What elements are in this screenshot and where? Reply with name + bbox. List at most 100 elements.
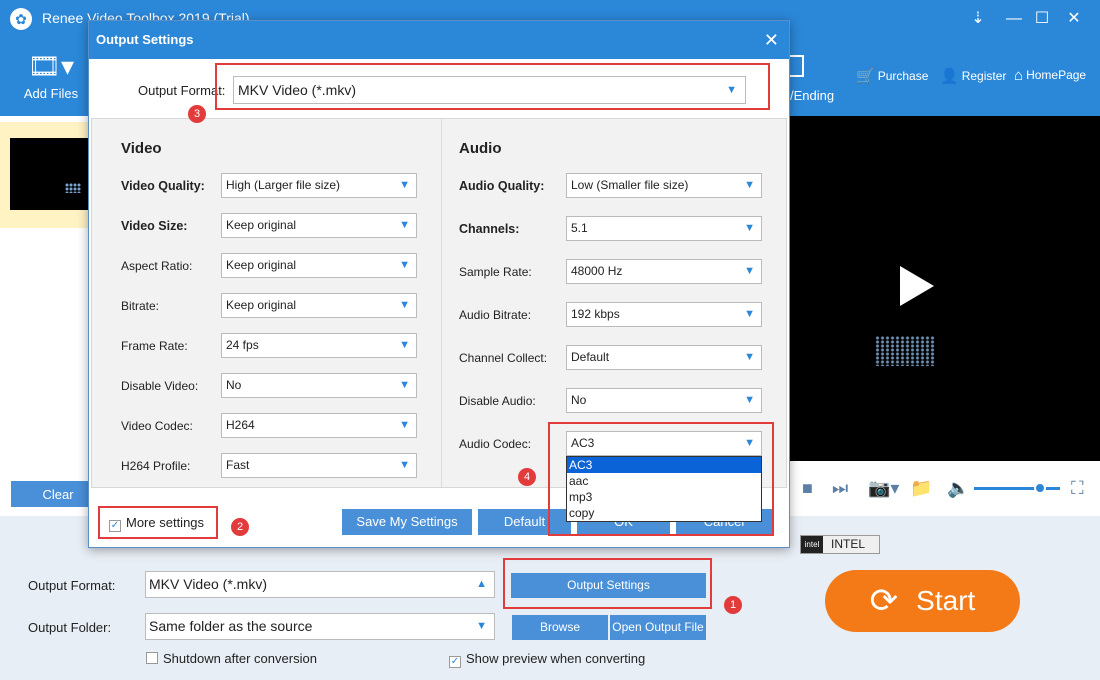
volume-slider[interactable]	[974, 487, 1060, 490]
chevron-down-icon: ▼	[476, 620, 487, 632]
chevron-down-icon: ▼	[399, 219, 410, 231]
step-badge: 1	[724, 596, 742, 614]
h264-profile-value: Fast	[226, 458, 250, 472]
chevron-down-icon: ▼	[726, 84, 737, 96]
fullscreen-icon[interactable]: ⛶	[1071, 478, 1084, 498]
audio-codec-label: Audio Codec:	[459, 437, 532, 451]
next-frame-icon[interactable]: ⏭	[832, 478, 848, 498]
purchase-link[interactable]: 🛒 Purchase	[856, 67, 928, 85]
shutdown-checkbox[interactable]: Shutdown after conversion	[146, 651, 317, 666]
chevron-down-icon: ▼	[744, 351, 755, 363]
aspect-ratio-select[interactable]: Keep original ▼	[221, 253, 417, 278]
chevron-down-icon: ▼	[399, 339, 410, 351]
chevron-down-icon: ▼	[399, 179, 410, 191]
video-size-select[interactable]: Keep original ▼	[221, 213, 417, 238]
chevron-down-icon: ▼	[399, 419, 410, 431]
start-label: Start	[916, 585, 976, 616]
minimize-button[interactable]: —	[1004, 9, 1024, 29]
dropdown-option[interactable]: AC3	[567, 457, 761, 473]
dialog-output-format-value: MKV Video (*.mkv)	[238, 82, 356, 98]
disable-audio-select[interactable]: No ▼	[566, 388, 762, 413]
output-settings-button[interactable]: Output Settings	[511, 573, 706, 598]
close-button[interactable]: ✕	[1064, 9, 1084, 29]
stop-icon[interactable]: ■	[802, 478, 813, 498]
show-preview-label: Show preview when converting	[466, 651, 646, 666]
start-button[interactable]: ⟳ Start	[825, 570, 1020, 632]
audio-heading: Audio	[459, 140, 502, 157]
audio-codec-select[interactable]: AC3 ▼	[566, 431, 762, 456]
bitrate-value: Keep original	[226, 298, 297, 312]
cart-icon: 🛒	[856, 68, 875, 85]
video-quality-select[interactable]: High (Larger file size) ▼	[221, 173, 417, 198]
channel-collect-select[interactable]: Default ▼	[566, 345, 762, 370]
dialog-title: Output Settings	[96, 32, 194, 47]
disable-video-select[interactable]: No ▼	[221, 373, 417, 398]
add-files-button[interactable]: 🎞▾ Add Files	[14, 50, 88, 110]
output-folder-label: Output Folder:	[28, 620, 112, 635]
audio-bitrate-select[interactable]: 192 kbps ▼	[566, 302, 762, 327]
frame-rate-value: 24 fps	[226, 338, 259, 352]
frame-rate-select[interactable]: 24 fps ▼	[221, 333, 417, 358]
chevron-down-icon: ▼	[744, 437, 755, 449]
h264-profile-select[interactable]: Fast ▼	[221, 453, 417, 478]
checkmark-icon[interactable]: ✓	[109, 520, 121, 532]
default-button[interactable]: Default	[478, 509, 571, 535]
channels-select[interactable]: 5.1 ▼	[566, 216, 762, 241]
save-my-settings-button[interactable]: Save My Settings	[342, 509, 472, 535]
bitrate-select[interactable]: Keep original ▼	[221, 293, 417, 318]
refresh-icon: ⟳	[869, 582, 899, 620]
intel-label: INTEL	[831, 537, 866, 551]
pin-icon[interactable]: ⇣	[968, 9, 988, 29]
video-size-value: Keep original	[226, 218, 297, 232]
sample-rate-select[interactable]: 48000 Hz ▼	[566, 259, 762, 284]
output-format-label: Output Format:	[28, 578, 116, 593]
video-codec-value: H264	[226, 418, 255, 432]
homepage-link[interactable]: ⌂ HomePage	[1014, 67, 1086, 84]
video-preview[interactable]	[790, 116, 1100, 461]
audio-quality-value: Low (Smaller file size)	[571, 178, 689, 192]
chevron-down-icon: ▼	[399, 259, 410, 271]
more-settings-label: More settings	[126, 515, 205, 530]
dropdown-option[interactable]: copy	[567, 505, 761, 521]
chevron-down-icon: ▼	[744, 222, 755, 234]
toolbar-partial-label[interactable]: /Ending	[790, 88, 834, 103]
intel-chip-icon: intel	[801, 536, 823, 553]
channel-collect-value: Default	[571, 350, 610, 364]
dropdown-option[interactable]: aac	[567, 473, 761, 489]
dialog-output-format-label: Output Format:	[138, 83, 226, 98]
register-link[interactable]: 👤 Register	[940, 67, 1006, 85]
register-label: Register	[961, 69, 1007, 83]
dropdown-option[interactable]: mp3	[567, 489, 761, 505]
more-settings-checkbox[interactable]: ✓ More settings	[109, 515, 204, 532]
bitrate-label: Bitrate:	[121, 299, 160, 313]
player-controls: ■ ⏭ 📷▾ 📁 🔈 ⛶	[790, 461, 1100, 516]
dialog-output-format-select[interactable]: MKV Video (*.mkv) ▼	[233, 76, 746, 104]
volume-slider-handle[interactable]	[1034, 482, 1046, 494]
folder-icon[interactable]: 📁	[910, 478, 932, 498]
checkmark-icon[interactable]: ✓	[449, 656, 461, 668]
video-codec-select[interactable]: H264 ▼	[221, 413, 417, 438]
close-icon[interactable]: ✕	[764, 21, 779, 59]
camera-icon[interactable]: 📷▾	[868, 478, 899, 498]
volume-icon[interactable]: 🔈	[947, 478, 969, 498]
chevron-down-icon: ▼	[399, 299, 410, 311]
open-output-file-button[interactable]: Open Output File	[610, 615, 706, 640]
step-badge: 3	[188, 105, 206, 123]
step-badge: 4	[518, 468, 536, 486]
show-preview-checkbox[interactable]: ✓ Show preview when converting	[449, 651, 645, 668]
play-icon[interactable]	[900, 266, 934, 306]
shutdown-label: Shutdown after conversion	[163, 651, 317, 666]
column-divider	[441, 119, 442, 487]
output-format-select[interactable]: MKV Video (*.mkv) ▲	[145, 571, 495, 598]
checkbox-box[interactable]	[146, 652, 158, 664]
output-folder-select[interactable]: Same folder as the source ▼	[145, 613, 495, 640]
video-heading: Video	[121, 140, 162, 157]
settings-panel: Video Video Quality: High (Larger file s…	[91, 118, 787, 488]
film-reel-icon: ✿	[10, 8, 32, 30]
browse-button[interactable]: Browse	[512, 615, 608, 640]
maximize-button[interactable]: ☐	[1032, 9, 1052, 29]
channels-value: 5.1	[571, 221, 588, 235]
video-thumbnail	[10, 138, 90, 210]
audio-quality-select[interactable]: Low (Smaller file size) ▼	[566, 173, 762, 198]
audio-quality-label: Audio Quality:	[459, 179, 545, 193]
